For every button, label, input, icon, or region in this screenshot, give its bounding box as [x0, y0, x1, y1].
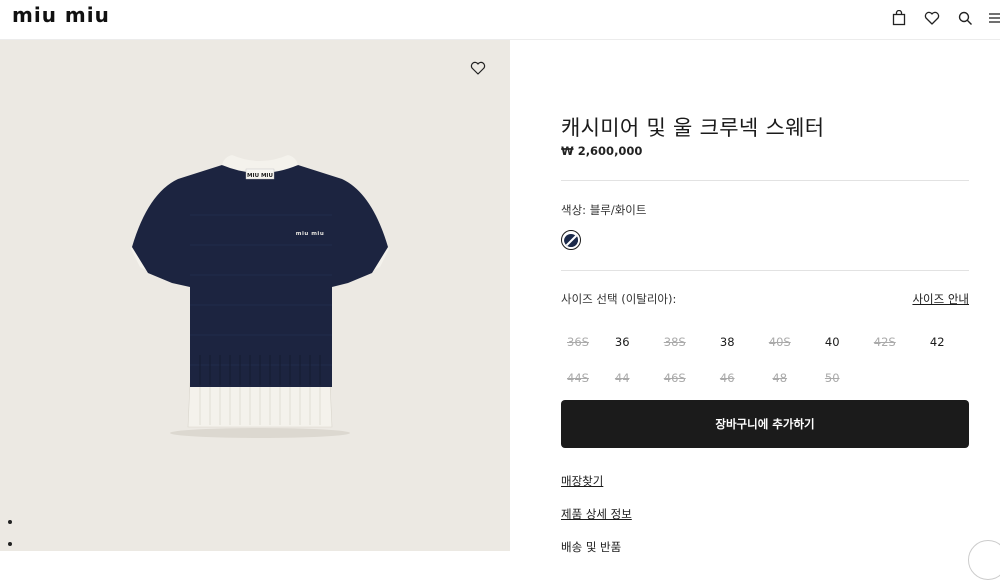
product-title: 캐시미어 및 울 크루넥 스웨터	[561, 116, 825, 140]
size-option-42s[interactable]: 42S	[859, 335, 912, 349]
product-details-link[interactable]: 제품 상세 정보	[561, 506, 632, 522]
size-option-42[interactable]: 42	[911, 335, 964, 349]
size-row: 44S 44 46S 46 48 50	[561, 360, 969, 396]
product-price: ₩ 2,600,000	[561, 144, 643, 158]
size-option-46[interactable]: 46	[701, 371, 754, 385]
product-image: MIU MIU miu miu	[130, 155, 390, 438]
logo-mark: miu miu	[12, 3, 110, 27]
size-option-36[interactable]: 36	[596, 335, 649, 349]
size-option-44[interactable]: 44	[596, 371, 649, 385]
size-option-50[interactable]: 50	[806, 371, 859, 385]
pagination-dot[interactable]	[8, 542, 12, 546]
size-option-36s[interactable]: 36S	[561, 335, 596, 349]
color-label: 색상: 블루/화이트	[561, 203, 647, 217]
svg-text:miu miu: miu miu	[12, 4, 110, 26]
search-icon[interactable]	[955, 8, 975, 28]
swatch-fill	[564, 233, 578, 247]
brand-logo[interactable]: miu miu	[12, 3, 134, 32]
size-option-48[interactable]: 48	[754, 371, 807, 385]
divider	[561, 180, 969, 181]
size-option-44s[interactable]: 44S	[561, 371, 596, 385]
add-to-cart-button[interactable]: 장바구니에 추가하기	[561, 400, 969, 448]
header-actions	[876, 8, 1000, 28]
size-row: 36S 36 38S 38 40S 40 42S 42	[561, 324, 969, 360]
gallery-pagination	[8, 520, 12, 546]
wishlist-heart-icon[interactable]	[470, 60, 490, 80]
svg-text:MIU MIU: MIU MIU	[247, 173, 273, 179]
size-option-38s[interactable]: 38S	[649, 335, 702, 349]
shipping-returns-link[interactable]: 배송 및 반품	[561, 539, 621, 555]
size-option-40[interactable]: 40	[806, 335, 859, 349]
divider	[561, 270, 969, 271]
size-select-label: 사이즈 선택 (이탈리아):	[561, 292, 677, 306]
size-grid: 36S 36 38S 38 40S 40 42S 42 44S 44 46S 46 48 50	[561, 324, 969, 396]
site-header: miu miu	[0, 0, 1000, 40]
bag-icon[interactable]	[889, 8, 909, 28]
size-option-38[interactable]: 38	[701, 335, 754, 349]
size-guide-link[interactable]: 사이즈 안내	[912, 291, 969, 307]
size-option-40s[interactable]: 40S	[754, 335, 807, 349]
heart-icon[interactable]	[922, 8, 942, 28]
pagination-dot[interactable]	[8, 520, 12, 524]
product-gallery[interactable]: MIU MIU miu miu	[0, 40, 510, 551]
scroll-to-top-button[interactable]	[968, 540, 1000, 580]
menu-icon[interactable]	[988, 8, 1000, 28]
color-swatch-blue-white[interactable]	[561, 230, 581, 250]
size-option-46s[interactable]: 46S	[649, 371, 702, 385]
find-store-link[interactable]: 매장찾기	[561, 473, 603, 489]
svg-text:miu miu: miu miu	[296, 231, 324, 237]
